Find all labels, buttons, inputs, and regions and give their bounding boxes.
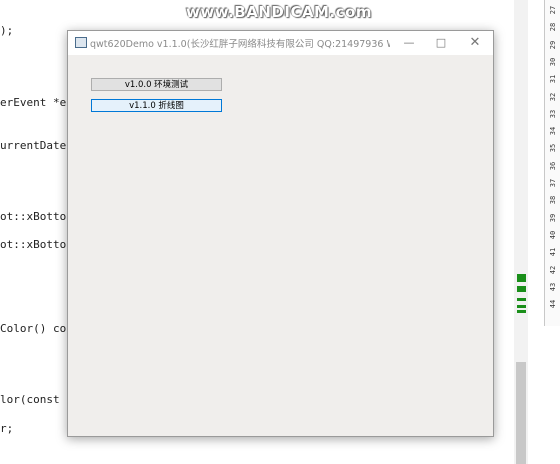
bandicam-watermark: www.BANDICAM.com xyxy=(186,3,373,21)
scroll-marker xyxy=(517,298,526,301)
ruler-number: 44 xyxy=(549,299,557,309)
line-chart-button[interactable]: v1.1.0 折线图 xyxy=(91,99,222,112)
ruler-number: 40 xyxy=(549,230,557,240)
line-number-ruler: 27 28 29 30 31 32 33 34 35 36 37 38 39 40 41 42 43 44 xyxy=(544,0,560,326)
ruler-number: 31 xyxy=(549,74,557,84)
app-window: qwt620Demo v1.1.0(长沙红胖子网络科技有限公司 QQ:21497… xyxy=(67,30,494,437)
scrollbar-thumb[interactable] xyxy=(516,362,526,464)
ruler-number: 43 xyxy=(549,282,557,292)
scroll-marker xyxy=(517,305,526,308)
ruler-number: 28 xyxy=(549,23,557,32)
scroll-marker xyxy=(517,310,526,313)
ruler-number: 30 xyxy=(549,57,557,67)
scroll-marker xyxy=(517,274,526,282)
code-line: ot::xBotto xyxy=(0,238,67,251)
code-line: ot::xBotto xyxy=(0,210,67,223)
window-title: qwt620Demo v1.1.0(长沙红胖子网络科技有限公司 QQ:21497… xyxy=(90,39,390,50)
code-line: lor(const xyxy=(0,393,60,406)
close-icon[interactable]: ✕ xyxy=(458,31,492,55)
title-bar[interactable]: qwt620Demo v1.1.0(长沙红胖子网络科技有限公司 QQ:21497… xyxy=(68,31,493,55)
ruler-number: 37 xyxy=(549,178,557,188)
maximize-icon[interactable]: □ xyxy=(424,31,458,55)
ruler-number: 39 xyxy=(549,213,557,222)
env-test-button[interactable]: v1.0.0 环境测试 xyxy=(91,78,222,91)
code-line: erEvent *e xyxy=(0,96,67,109)
code-line: ); xyxy=(0,24,14,37)
code-line: urrentDate xyxy=(0,139,67,152)
ruler-number: 41 xyxy=(549,247,557,257)
ruler-number: 29 xyxy=(549,40,557,49)
ruler-number: 34 xyxy=(549,126,557,136)
minimize-icon[interactable]: — xyxy=(392,31,426,55)
code-line: r; xyxy=(0,422,14,435)
ruler-number: 36 xyxy=(549,161,557,170)
ruler-number: 35 xyxy=(549,144,557,153)
scroll-marker xyxy=(517,286,526,292)
ruler-number: 42 xyxy=(549,265,557,274)
code-line: Color() co xyxy=(0,322,67,335)
ruler-number: 38 xyxy=(549,196,557,205)
ruler-number: 33 xyxy=(549,109,557,119)
ruler-number: 27 xyxy=(549,5,557,15)
app-icon xyxy=(75,37,87,48)
ruler-number: 32 xyxy=(549,92,557,101)
